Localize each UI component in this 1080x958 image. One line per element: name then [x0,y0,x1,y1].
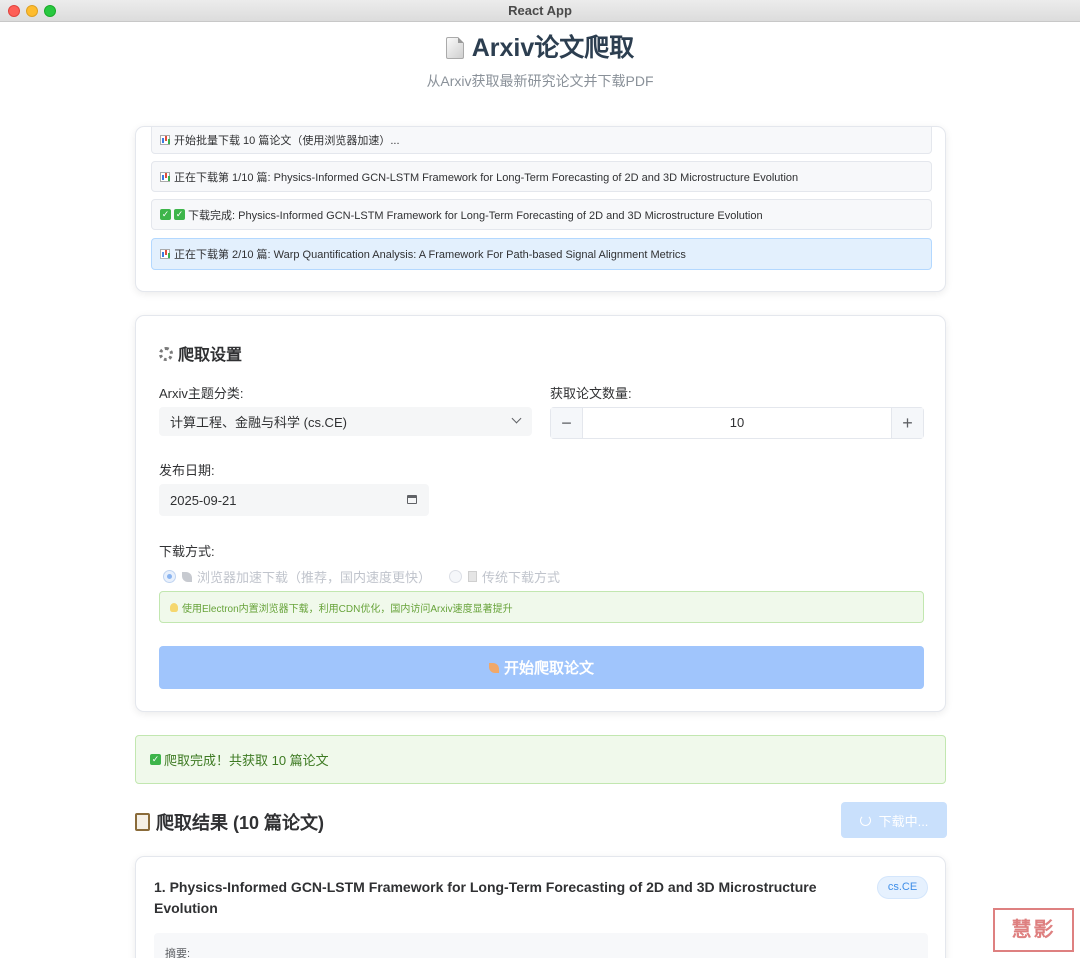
method-label: 下载方式: [159,544,215,559]
success-alert: ✓ 爬取完成！共获取 10 篇论文 [135,735,946,784]
date-value: 2025-09-21 [170,492,237,508]
results-title: 爬取结果 (10 篇论文) [135,809,324,835]
page-title-text: Arxiv论文爬取 [471,34,635,62]
start-crawl-label: 开始爬取论文 [503,660,594,677]
calendar-icon [407,495,417,504]
category-select-value: 计算工程、金融与科学 (cs.CE) [170,415,347,430]
decrement-button[interactable]: − [551,408,583,438]
success-text: 爬取完成！共获取 10 篇论文 [164,753,329,768]
chart-icon [160,135,170,145]
download-tip: 使用Electron内置浏览器下载，利用CDN优化，国内访问Arxiv速度显著提… [159,591,924,623]
increment-button[interactable]: + [891,408,923,438]
count-input[interactable]: 10 [583,408,891,438]
log-item-text: 下载完成: Physics-Informed GCN-LSTM Framewor… [188,209,763,222]
log-item-text: 正在下载第 2/10 篇: Warp Quantification Analys… [174,249,686,261]
paper-card[interactable]: 1. Physics-Informed GCN-LSTM Framework f… [135,856,946,958]
method-traditional-label: 传统下载方式 [482,570,561,585]
abstract-label: 摘要: [165,948,191,958]
category-label: Arxiv主题分类: [159,386,244,401]
radio-unchecked-icon [449,570,462,583]
log-item: 开始批量下载 10 篇论文（使用浏览器加速）... [151,126,932,154]
check-icon: ✓ [160,209,171,220]
window-title: React App [508,3,572,18]
log-item: ✓ ✓ 下载完成: Physics-Informed GCN-LSTM Framew… [151,199,932,230]
date-picker[interactable]: 2025-09-21 [159,484,429,516]
download-all-button[interactable]: 下载中... [841,802,947,838]
log-item-text: 正在下载第 1/10 篇: Physics-Informed GCN-LSTM … [174,171,799,184]
document-icon [445,37,464,59]
paper-abstract: 摘要: [154,933,928,958]
category-tag: cs.CE [877,876,928,899]
paper-title: 1. Physics-Informed GCN-LSTM Framework f… [154,879,817,916]
page-subtitle: 从Arxiv获取最新研究论文并下载PDF [426,73,654,89]
gear-icon [159,347,173,361]
settings-panel: 爬取设置 Arxiv主题分类: 计算工程、金融与科学 (cs.CE) 获取论文数… [135,315,946,712]
chevron-down-icon [511,413,522,424]
check-icon: ✓ [150,754,161,765]
download-all-label: 下载中... [878,813,929,829]
window-titlebar: React App [0,0,1080,22]
log-item: 正在下载第 1/10 篇: Physics-Informed GCN-LSTM … [151,161,932,192]
clipboard-icon [135,813,150,831]
category-select[interactable]: 计算工程、金融与科学 (cs.CE) [159,407,532,436]
settings-title: 爬取设置 [159,341,242,365]
radio-checked-icon [163,570,176,583]
settings-title-text: 爬取设置 [178,347,243,364]
count-label: 获取论文数量: [550,386,632,401]
results-title-text: 爬取结果 (10 篇论文) [156,813,325,833]
chart-icon [160,171,170,182]
rocket-icon [182,571,192,582]
log-item-active: 正在下载第 2/10 篇: Warp Quantification Analys… [151,238,932,270]
method-browser-label: 浏览器加速下载（推荐，国内速度更快） [197,570,432,585]
download-log-panel[interactable]: 开始批量下载 10 篇论文（使用浏览器加速）... 正在下载第 1/10 篇: … [135,126,946,292]
download-tip-text: 使用Electron内置浏览器下载，利用CDN优化，国内访问Arxiv速度显著提… [182,603,513,615]
start-crawl-button[interactable]: 开始爬取论文 [159,646,924,689]
check-icon: ✓ [174,209,185,220]
chart-icon [160,249,170,259]
rocket-icon [488,662,499,673]
log-item-text: 开始批量下载 10 篇论文（使用浏览器加速）... [174,135,400,147]
count-stepper[interactable]: − 10 + [550,407,924,439]
loading-spinner-icon [859,814,871,826]
method-traditional-radio[interactable]: 传统下载方式 [449,567,560,586]
method-browser-radio[interactable]: 浏览器加速下载（推荐，国内速度更快） [163,567,431,586]
page-title: Arxiv论文爬取 [0,28,1080,64]
watermark-seal: 慧影 [993,908,1074,952]
date-label: 发布日期: [159,463,215,478]
lightbulb-icon [170,602,178,612]
document-icon [468,571,477,582]
